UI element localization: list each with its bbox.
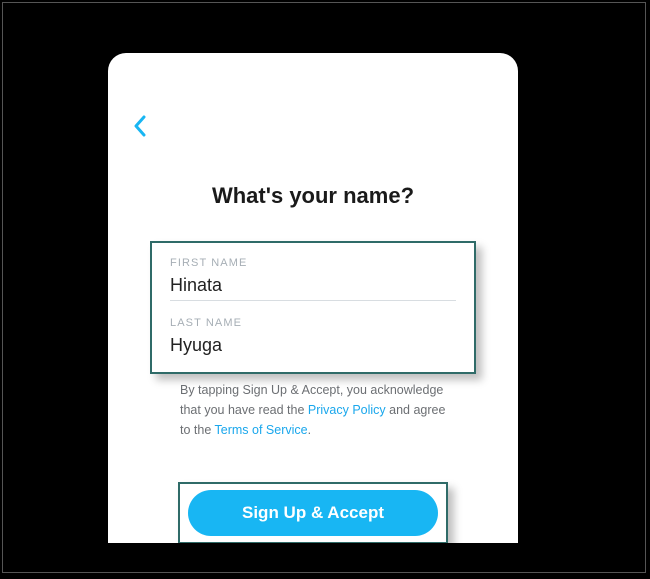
back-button[interactable] [133, 115, 147, 142]
last-name-label: LAST NAME [170, 317, 456, 329]
first-name-field: FIRST NAME [170, 257, 456, 301]
page-title: What's your name? [108, 183, 518, 209]
signup-name-screen: What's your name? FIRST NAME LAST NAME B… [108, 53, 518, 543]
viewport-frame: What's your name? FIRST NAME LAST NAME B… [2, 2, 646, 573]
legal-period: . [308, 423, 311, 437]
terms-of-service-link[interactable]: Terms of Service [215, 423, 308, 437]
signup-accept-button[interactable]: Sign Up & Accept [188, 490, 438, 536]
first-name-input[interactable] [170, 275, 456, 301]
last-name-input[interactable] [170, 335, 456, 360]
legal-text: By tapping Sign Up & Accept, you acknowl… [180, 380, 458, 440]
cta-highlight-frame: Sign Up & Accept [178, 482, 448, 543]
first-name-label: FIRST NAME [170, 257, 456, 269]
privacy-policy-link[interactable]: Privacy Policy [308, 403, 386, 417]
name-input-group: FIRST NAME LAST NAME [150, 241, 476, 374]
chevron-left-icon [133, 115, 147, 137]
last-name-field: LAST NAME [170, 317, 456, 360]
